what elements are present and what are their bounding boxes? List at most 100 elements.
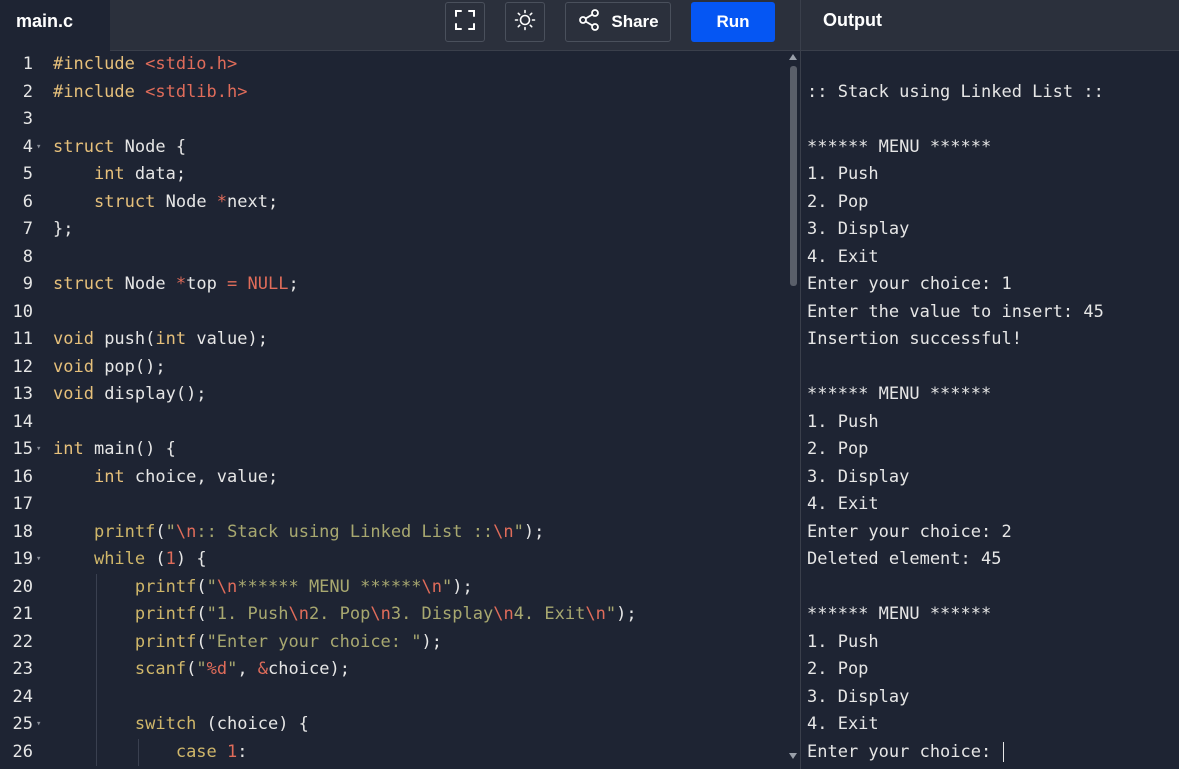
fullscreen-button[interactable] xyxy=(445,2,485,42)
code-line[interactable]: 21 printf("1. Push\n2. Pop\n3. Display\n… xyxy=(0,601,790,629)
code-line[interactable]: 17 xyxy=(0,491,790,519)
code-token: ( xyxy=(155,521,166,542)
code-text: void push(int value); xyxy=(53,326,268,354)
code-line[interactable]: 1 #include <stdio.h> xyxy=(0,51,790,79)
code-token: \n xyxy=(421,576,443,597)
code-token: \n xyxy=(493,521,514,542)
code-token: printf xyxy=(134,604,197,624)
scroll-down-arrow-icon[interactable] xyxy=(789,753,797,759)
code-token: int xyxy=(93,164,135,184)
code-line[interactable]: 18 printf("\n:: Stack using Linked List … xyxy=(0,519,790,547)
code-token: ( xyxy=(186,659,197,679)
code-token: ); xyxy=(452,576,473,597)
scroll-up-arrow-icon[interactable] xyxy=(789,54,797,60)
code-line[interactable]: 14 xyxy=(0,409,790,437)
fold-arrow-icon[interactable]: ▾ xyxy=(36,546,41,574)
fold-arrow-icon[interactable]: ▾ xyxy=(36,436,41,464)
code-line[interactable]: 8 xyxy=(0,244,790,272)
code-line[interactable]: 25 ▾ switch (choice) { xyxy=(0,711,790,739)
code-line[interactable]: 24 xyxy=(0,684,790,712)
code-line[interactable]: 7}; xyxy=(0,216,790,244)
code-line[interactable]: 19 ▾ while (1) { xyxy=(0,546,790,574)
indent-guide xyxy=(138,738,139,766)
code-token: int xyxy=(155,329,197,349)
code-token: 1 xyxy=(227,741,238,762)
line-number: 13 xyxy=(12,384,33,404)
share-icon xyxy=(577,8,601,36)
code-line[interactable]: 13 void display(); xyxy=(0,381,790,409)
code-token: 1 xyxy=(165,549,176,569)
fold-arrow-icon[interactable]: ▾ xyxy=(36,134,41,162)
code-text: switch (choice) { xyxy=(53,711,309,739)
code-line[interactable]: 9 struct Node *top = NULL; xyxy=(0,271,790,299)
code-editor[interactable]: 1 #include <stdio.h> 2 #include <stdlib.h> 3… xyxy=(0,51,800,769)
code-token: printf xyxy=(134,576,197,597)
code-token: data; xyxy=(134,164,187,184)
output-text: ****** MENU ****** xyxy=(807,604,992,624)
fold-arrow-icon[interactable]: ▾ xyxy=(36,711,41,739)
output-text: 1. Push xyxy=(807,411,879,432)
output-line: :: Stack using Linked List :: xyxy=(807,79,1104,107)
output-line: Deleted element: 45 xyxy=(807,546,1001,574)
code-token: ); xyxy=(616,604,637,624)
output-line: 4. Exit xyxy=(807,244,879,272)
line-number: 15 xyxy=(12,439,33,459)
code-token: ****** MENU ****** xyxy=(237,576,422,597)
code-line[interactable]: 23 scanf("%d", &choice); xyxy=(0,656,790,684)
code-token: push( xyxy=(104,329,156,349)
code-token: 4. Exit xyxy=(513,604,586,624)
code-token: display(); xyxy=(104,384,207,404)
line-number: 5 xyxy=(22,164,33,184)
code-line[interactable]: 10 xyxy=(0,299,790,327)
output-text: 2. Pop xyxy=(807,659,869,679)
code-token: "Enter your choice: " xyxy=(206,631,422,652)
code-line[interactable]: 5 int data; xyxy=(0,161,790,189)
code-token: Node xyxy=(165,191,217,212)
code-line[interactable]: 3 xyxy=(0,106,790,134)
code-text: printf("1. Push\n2. Pop\n3. Display\n4. … xyxy=(53,601,637,629)
code-line[interactable]: 4 ▾ struct Node { xyxy=(0,134,790,162)
text-cursor[interactable] xyxy=(1003,741,1005,762)
code-text: struct Node { xyxy=(53,134,186,162)
theme-toggle-button[interactable] xyxy=(505,2,545,42)
file-tab-main-c[interactable]: main.c xyxy=(0,0,110,52)
code-text: #include <stdlib.h> xyxy=(53,79,247,107)
code-line[interactable]: 26 case 1: xyxy=(0,739,790,767)
code-line[interactable]: 6 struct Node *next; xyxy=(0,189,790,217)
output-panel[interactable]: :: Stack using Linked List :: ****** MENU… xyxy=(801,51,1179,769)
code-line[interactable]: 16 int choice, value; xyxy=(0,464,790,492)
top-toolbar: main.c Share Run Output xyxy=(0,0,1179,52)
line-number: 8 xyxy=(22,246,33,267)
code-line[interactable]: 12 void pop(); xyxy=(0,354,790,382)
code-line[interactable]: 11 void push(int value); xyxy=(0,326,790,354)
code-text: scanf("%d", &choice); xyxy=(53,656,350,684)
line-number: 2 xyxy=(22,81,33,102)
code-line[interactable]: 22 printf("Enter your choice: "); xyxy=(0,629,790,657)
share-button[interactable]: Share xyxy=(565,2,671,42)
code-token: \n xyxy=(175,521,197,542)
editor-scroll-thumb[interactable] xyxy=(790,66,797,286)
code-token: top xyxy=(186,274,228,294)
line-number: 20 xyxy=(12,576,33,597)
run-button[interactable]: Run xyxy=(691,2,775,42)
output-text: 2. Pop xyxy=(807,439,869,459)
output-text: 1. Push xyxy=(807,631,879,652)
line-number: 21 xyxy=(12,604,33,624)
code-token: \n xyxy=(493,604,514,624)
output-line: Enter the value to insert: 45 xyxy=(807,299,1104,327)
share-label: Share xyxy=(611,12,659,31)
line-number: 12 xyxy=(12,356,33,377)
line-number: 9 xyxy=(22,274,33,294)
line-number: 6 xyxy=(22,191,33,212)
code-text: int data; xyxy=(53,161,186,189)
sun-icon xyxy=(514,9,536,35)
code-text: while (1) { xyxy=(53,546,207,574)
code-line[interactable]: 2 #include <stdlib.h> xyxy=(0,79,790,107)
code-line[interactable]: 20 printf("\n****** MENU ******\n"); xyxy=(0,574,790,602)
line-number: 1 xyxy=(22,54,33,74)
output-text: 3. Display xyxy=(807,219,910,239)
code-line[interactable]: 15 ▾ int main() { xyxy=(0,436,790,464)
output-text: 2. Pop xyxy=(807,191,869,212)
